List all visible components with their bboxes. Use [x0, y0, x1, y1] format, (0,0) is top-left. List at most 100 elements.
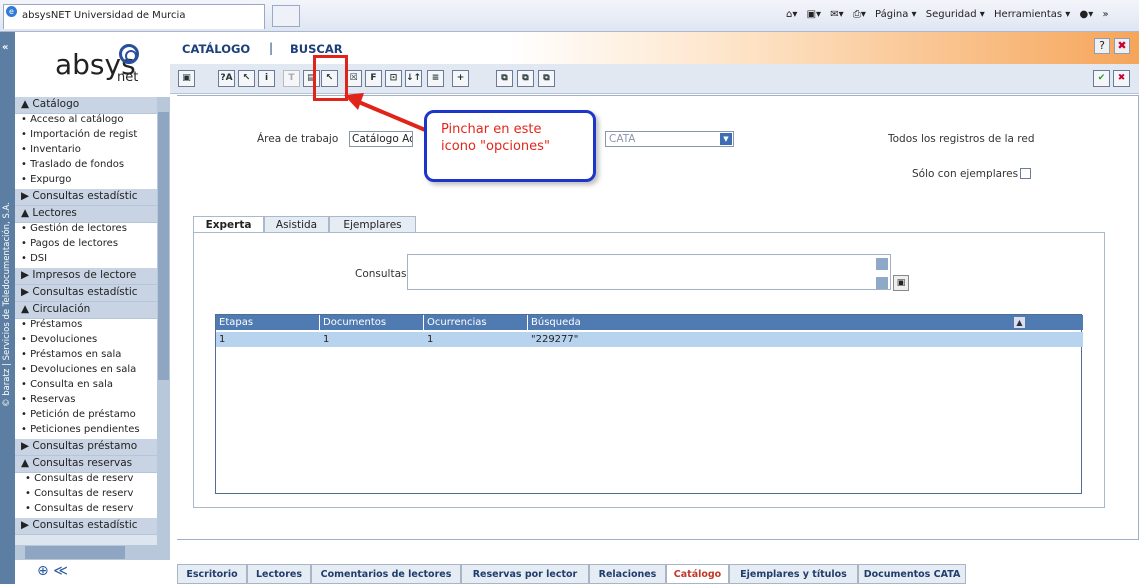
- database-value: CATA: [609, 133, 636, 145]
- sidebar-section-circulacion[interactable]: ▲ Circulación: [15, 302, 170, 319]
- view-icon[interactable]: ▣: [178, 70, 195, 87]
- sidebar-item[interactable]: • Consultas de reserv: [15, 488, 157, 503]
- browser-tab[interactable]: absysNET Universidad de Murcia: [3, 4, 265, 29]
- logo-swirl-icon: [119, 44, 139, 64]
- security-menu[interactable]: Seguridad ▾: [926, 9, 985, 20]
- sidebar-subsection[interactable]: ▶ Consultas préstamo: [15, 439, 157, 456]
- sidebar-hscroll-thumb[interactable]: [25, 546, 125, 559]
- mail-icon[interactable]: ✉▾: [830, 9, 843, 20]
- sidebar-item[interactable]: • Acceso al catálogo: [15, 114, 157, 129]
- sidebar-item[interactable]: • Préstamos: [15, 319, 157, 334]
- add-icon[interactable]: +: [452, 70, 469, 87]
- accept-icon[interactable]: ✔: [1093, 70, 1110, 87]
- sort-icon[interactable]: ↓↑: [405, 70, 422, 87]
- refresh-icon[interactable]: ⊕: [37, 563, 49, 579]
- grid-cell[interactable]: 1: [320, 332, 424, 347]
- sidebar-item[interactable]: • Devoluciones en sala: [15, 364, 157, 379]
- sidebar-item[interactable]: • Consultas de reserv: [15, 503, 157, 518]
- cancel-icon[interactable]: ✖: [1113, 70, 1130, 87]
- consultas-label: Consultas: [355, 268, 407, 280]
- home-icon[interactable]: ⌂▾: [786, 9, 797, 20]
- tab-relaciones[interactable]: Relaciones: [589, 564, 666, 584]
- sidebar-item[interactable]: • Devoluciones: [15, 334, 157, 349]
- tools-menu[interactable]: Herramientas ▾: [994, 9, 1070, 20]
- new-tab-button[interactable]: [272, 5, 300, 27]
- callout-line-2: icono "opciones": [441, 139, 550, 154]
- scroll-up-icon[interactable]: [876, 258, 888, 270]
- back-icon[interactable]: ↖: [238, 70, 255, 87]
- grid-header-documentos[interactable]: Documentos: [320, 315, 424, 330]
- chevron-down-icon[interactable]: ▼: [720, 133, 732, 145]
- scroll-down-icon[interactable]: [876, 277, 888, 289]
- tab-catalogo-active[interactable]: Catálogo: [666, 564, 729, 584]
- text-search-icon[interactable]: ?A: [218, 70, 235, 87]
- page-menu[interactable]: Página ▾: [875, 9, 917, 20]
- sidebar-scroll-thumb[interactable]: [158, 112, 169, 380]
- sidebar-item[interactable]: • Consultas de reserv: [15, 473, 157, 488]
- sidebar-subsection[interactable]: ▶ Consultas estadístic: [15, 189, 157, 206]
- sidebar-item[interactable]: • Expurgo: [15, 174, 157, 189]
- callout-line-1: Pinchar en este: [441, 122, 542, 137]
- copyright-text: © baratz | Servicios de Teledocumentació…: [2, 202, 12, 407]
- overflow-icon[interactable]: »: [1102, 9, 1108, 20]
- paste-icon[interactable]: ⧉: [517, 70, 534, 87]
- all-records-label: Todos los registros de la red: [888, 133, 1035, 145]
- ie-icon: e: [6, 6, 17, 17]
- database-select[interactable]: CATA ▼: [605, 131, 734, 147]
- tab-lectores[interactable]: Lectores: [247, 564, 311, 584]
- grid-cell[interactable]: "229277": [528, 332, 1083, 347]
- grid-cell[interactable]: 1: [216, 332, 320, 347]
- sidebar-section-lectores[interactable]: ▲ Lectores: [15, 206, 170, 223]
- grid-header-etapas[interactable]: Etapas: [216, 315, 320, 330]
- grid-header-ocurrencias[interactable]: Ocurrencias: [424, 315, 528, 330]
- sidebar-subsection[interactable]: ▲ Consultas reservas: [15, 456, 157, 473]
- grid-header-busqueda[interactable]: Búsqueda: [528, 315, 1083, 330]
- sidebar-item[interactable]: • Inventario: [15, 144, 157, 159]
- consultas-textarea[interactable]: [407, 254, 891, 290]
- tab-ejemplares[interactable]: Ejemplares: [329, 216, 416, 233]
- collapse-icon[interactable]: «: [2, 42, 8, 53]
- sidebar-item[interactable]: • Peticiones pendientes: [15, 424, 157, 439]
- catalogo-label: CATÁLOGO: [182, 42, 251, 56]
- sidebar-subsection[interactable]: ▶ Consultas estadístic: [15, 285, 157, 302]
- sidebar-item[interactable]: • DSI: [15, 253, 157, 268]
- sidebar-item[interactable]: • Consulta en sala: [15, 379, 157, 394]
- sidebar-subsection[interactable]: ▶ Impresos de lectore: [15, 268, 157, 285]
- sidebar-item[interactable]: • Traslado de fondos: [15, 159, 157, 174]
- feeds-icon[interactable]: ▣▾: [807, 9, 821, 20]
- grid-options-icon[interactable]: ▲: [1014, 317, 1025, 328]
- sidebar-footer: ⊕ ≪: [15, 560, 170, 584]
- info-icon[interactable]: i: [258, 70, 275, 87]
- sidebar-subsection[interactable]: ▶ Consultas estadístic: [15, 518, 157, 535]
- sidebar-item[interactable]: • Importación de regist: [15, 129, 157, 144]
- only-copies-checkbox[interactable]: [1020, 168, 1031, 179]
- tab-comentarios-lectores[interactable]: Comentarios de lectores: [311, 564, 461, 584]
- grid-cell[interactable]: 1: [424, 332, 528, 347]
- results-grid: Etapas Documentos Ocurrencias Búsqueda ▲…: [215, 314, 1083, 494]
- copy-icon[interactable]: ⧉: [496, 70, 513, 87]
- sidebar-item[interactable]: • Reservas: [15, 394, 157, 409]
- tab-escritorio[interactable]: Escritorio: [177, 564, 247, 584]
- tab-asistida[interactable]: Asistida: [264, 216, 329, 233]
- sidebar-item[interactable]: • Petición de préstamo: [15, 409, 157, 424]
- duplicate-icon[interactable]: ⧉: [538, 70, 555, 87]
- sidebar-item[interactable]: • Préstamos en sala: [15, 349, 157, 364]
- merge-icon[interactable]: ≡: [427, 70, 444, 87]
- header-separator: |: [269, 41, 274, 55]
- tab-ejemplares-titulos[interactable]: Ejemplares y títulos: [729, 564, 858, 584]
- print-icon[interactable]: ⎙▾: [853, 9, 866, 20]
- export-icon[interactable]: ⊡: [385, 70, 402, 87]
- help-button[interactable]: ?: [1094, 38, 1110, 54]
- tab-documentos-cata[interactable]: Documentos CATA: [858, 564, 966, 584]
- help-icon[interactable]: ●▾: [1080, 9, 1094, 20]
- clear-query-icon[interactable]: ▣: [893, 275, 909, 291]
- tab-reservas-por-lector[interactable]: Reservas por lector: [461, 564, 589, 584]
- hide-sidebar-icon[interactable]: ≪: [53, 563, 68, 579]
- sidebar-item[interactable]: • Gestión de lectores: [15, 223, 157, 238]
- close-button[interactable]: ✖: [1114, 38, 1130, 54]
- logo: absys net: [15, 32, 170, 95]
- sidebar-item[interactable]: • Pagos de lectores: [15, 238, 157, 253]
- filter-icon[interactable]: F: [365, 70, 382, 87]
- sidebar-section-catalogo[interactable]: ▲ Catálogo: [15, 97, 170, 114]
- sidebar: ▲ Catálogo • Acceso al catálogo • Import…: [15, 97, 170, 545]
